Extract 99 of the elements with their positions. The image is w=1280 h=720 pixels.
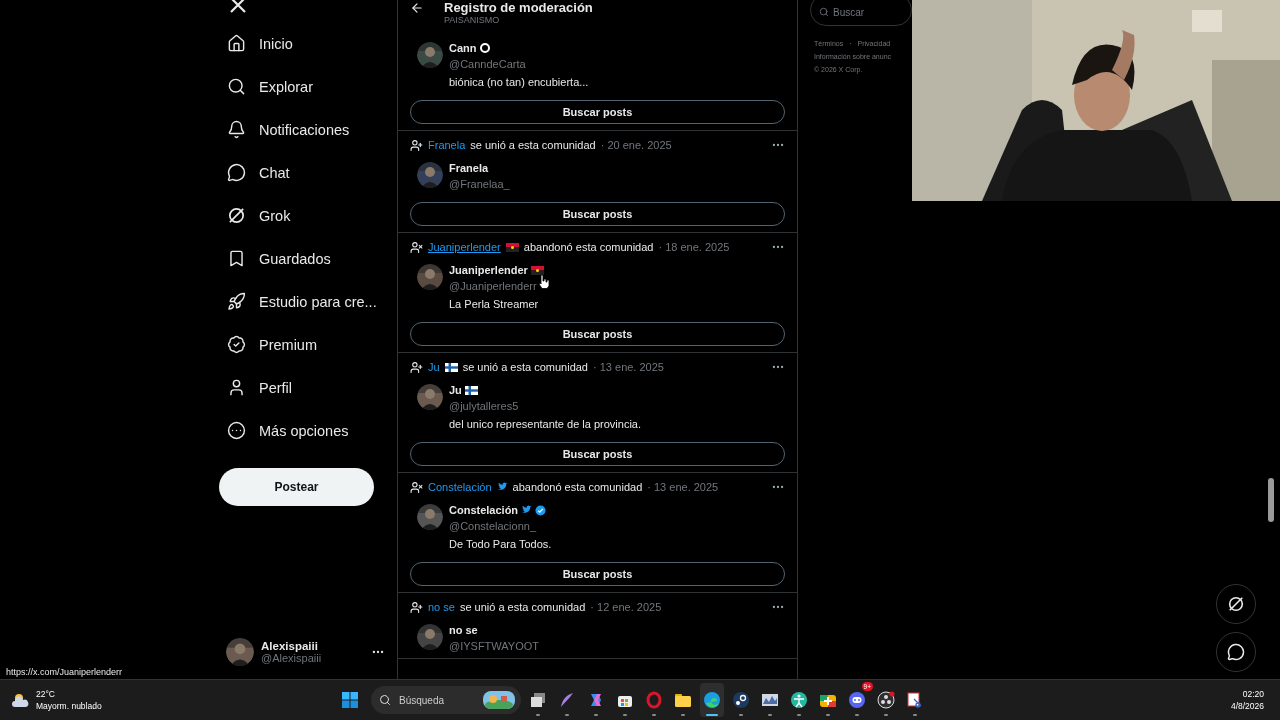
user-handle: @IYSFTWAYOOT — [449, 640, 539, 652]
user-name: Juaniperlender — [449, 264, 528, 276]
bird-icon — [521, 505, 533, 515]
user-link[interactable]: Juaniperlender — [428, 241, 501, 253]
flag-icon — [505, 242, 519, 252]
user-handle: @Juaniperlenderr — [449, 280, 538, 292]
nav-item[interactable]: Más opciones — [219, 409, 397, 452]
account-handle: @Alexispaiii — [261, 652, 322, 664]
user-bio: De Todo Para Todos. — [449, 538, 552, 550]
taskbar-app[interactable] — [700, 683, 724, 718]
search-posts-button[interactable]: Buscar posts — [410, 322, 785, 346]
game-controller-icon — [848, 691, 866, 710]
user-bio: del unico representante de la provincia. — [449, 418, 641, 430]
activity-text: se unió a esta comunidad — [459, 601, 586, 613]
rocket-icon — [227, 292, 246, 311]
steam-icon — [732, 691, 750, 710]
search-posts-button[interactable]: Buscar posts — [410, 100, 785, 124]
user-name: Franela — [449, 162, 489, 174]
user-handle: @Constelacionn_ — [449, 520, 538, 532]
more-icon — [227, 421, 246, 440]
search-posts-button[interactable]: Buscar posts — [410, 202, 785, 226]
folder-icon — [674, 691, 692, 710]
nav-item[interactable]: Premium — [219, 323, 397, 366]
search-posts-button[interactable]: Buscar posts — [410, 562, 785, 586]
hand-cursor-icon — [538, 274, 550, 289]
user-bio: biónica (no tan) encubierta... — [449, 76, 589, 88]
activity-date: · 18 ene. 2025 — [658, 241, 730, 253]
back-icon[interactable] — [410, 1, 424, 15]
community-name: PAISANISMO — [444, 15, 501, 25]
activity-text: abandonó esta comunidad — [523, 241, 654, 253]
person-icon — [227, 378, 246, 397]
activity-date: · 13 ene. 2025 — [593, 361, 664, 373]
windows-stack-icon — [529, 691, 547, 710]
nav-item[interactable]: Chat — [219, 151, 397, 194]
activity-text: se unió a esta comunidad — [462, 361, 588, 373]
user-name: Cann — [449, 42, 477, 54]
bird-icon — [496, 482, 508, 492]
nav-item[interactable]: Estudio para cre... — [219, 280, 397, 323]
nav-item[interactable]: Perfil — [219, 366, 397, 409]
user-handle: @CanndeCarta — [449, 58, 527, 70]
activity-date: · 12 ene. 2025 — [590, 601, 662, 613]
person-plus-icon — [410, 138, 423, 152]
person-plus-icon — [410, 600, 423, 614]
bookmark-icon — [227, 249, 246, 268]
circle-icon — [877, 691, 895, 710]
figure-icon — [790, 691, 808, 710]
slashed-circle-icon — [227, 206, 246, 225]
verified-icon — [535, 504, 547, 516]
cloud-icon — [12, 692, 30, 709]
activity-text: se unió a esta comunidad — [470, 139, 596, 151]
page-title: Registro de moderación — [444, 1, 593, 14]
scissors-icon — [906, 691, 924, 710]
x-logo[interactable] — [229, 0, 247, 14]
clock-date: 4/8/2026 — [1230, 700, 1264, 713]
user-name: Constelación — [449, 504, 519, 516]
user-link[interactable]: Ju — [428, 361, 440, 373]
user-link[interactable]: no se — [428, 601, 455, 613]
user-handle: @julytalleres5 — [449, 400, 520, 412]
activity-date: · 13 ene. 2025 — [647, 481, 719, 493]
user-handle: @Franelaa_ — [449, 178, 510, 190]
chat-icon — [1227, 643, 1245, 661]
windows-icon[interactable] — [342, 692, 358, 709]
clock-time: 02:20 — [1241, 688, 1264, 701]
badge-check-icon — [227, 335, 246, 354]
ring-icon — [479, 43, 490, 53]
post-button[interactable]: Postear — [219, 468, 374, 506]
chat-icon — [227, 163, 246, 182]
home-icon — [227, 34, 246, 53]
nav-item[interactable]: Inicio — [219, 22, 397, 65]
user-link[interactable]: Franela — [428, 139, 466, 151]
scroll-thumb[interactable] — [1268, 478, 1274, 522]
flag-icon — [444, 362, 458, 372]
nav-item[interactable]: Grok — [219, 194, 397, 237]
search-icon — [819, 7, 829, 17]
person-x-icon — [410, 480, 423, 494]
taskbar-search[interactable]: Búsqueda — [371, 686, 521, 715]
flag-icon — [464, 385, 478, 395]
search-posts-button[interactable]: Buscar posts — [410, 442, 785, 466]
nav-item[interactable]: Notificaciones — [219, 108, 397, 151]
temperature: 22°C — [36, 688, 56, 701]
bell-icon — [227, 120, 246, 139]
nav-item[interactable]: Explorar — [219, 65, 397, 108]
person-x-icon — [410, 240, 423, 254]
user-link[interactable]: Constelación — [428, 481, 492, 493]
nav-item[interactable]: Guardados — [219, 237, 397, 280]
flag-icon — [530, 265, 544, 275]
user-name: Ju — [449, 384, 462, 396]
browser-icon — [703, 691, 721, 710]
search-icon — [379, 694, 391, 707]
person-plus-icon — [410, 360, 423, 374]
weather-text: Mayorm. nublado — [36, 700, 102, 713]
user-name: no se — [449, 624, 478, 636]
user-bio: La Perla Streamer — [449, 298, 540, 310]
activity-text: abandonó esta comunidad — [512, 481, 643, 493]
search-icon — [227, 77, 246, 96]
account-name: Alexispaiii — [261, 640, 319, 652]
activity-date: · 20 ene. 2025 — [600, 139, 672, 151]
slashed-circle-icon — [1227, 595, 1245, 613]
ring-icon — [645, 691, 663, 710]
